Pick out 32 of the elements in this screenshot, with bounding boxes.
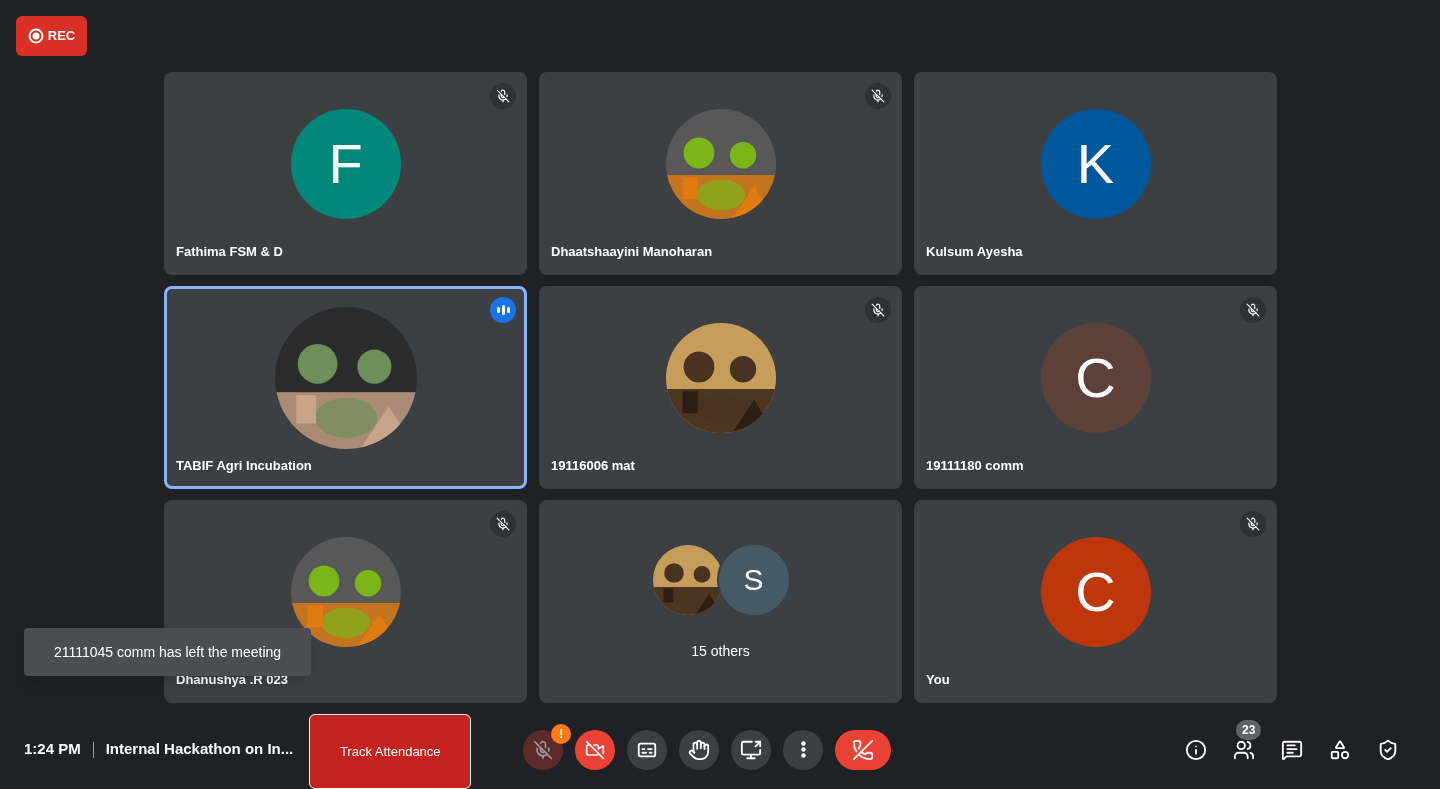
avatar: K [1040, 109, 1151, 220]
meeting-time: 1:24 PM [24, 739, 81, 760]
avatar: F [290, 109, 401, 220]
avatar: S [716, 542, 791, 617]
meeting-title: Internal Hackathon on In... [105, 739, 294, 760]
speaking-indicator-icon [490, 297, 516, 323]
notification-toast: 21111045 comm has left the meeting [24, 628, 311, 676]
participant-name: 19116006 mat [550, 456, 636, 475]
camera-button[interactable] [575, 729, 616, 770]
microphone-button[interactable] [523, 729, 564, 770]
mic-off-icon [533, 739, 554, 760]
participant-name: Fathima FSM & D [175, 242, 284, 261]
others-count: 15 others [691, 641, 750, 661]
end-call-button[interactable] [835, 729, 892, 770]
record-icon [27, 28, 44, 44]
participant-name: You [925, 670, 951, 689]
phone-off-icon [852, 738, 875, 761]
camera-off-icon [585, 739, 606, 760]
participant-name: Dhaatshaayini Manoharan [550, 242, 714, 261]
participant-count-badge: 23 [1236, 719, 1262, 740]
participant-name: 19111180 comm [925, 456, 1025, 475]
warning-badge: ! [551, 723, 572, 744]
participant-name: Kulsum Ayesha [925, 242, 1024, 261]
more-icon [800, 741, 806, 758]
recording-label: REC [47, 27, 76, 46]
screen-share-icon [740, 738, 763, 761]
avatar: C [1040, 537, 1151, 648]
participant-name: TABIF Agri Incubation [175, 456, 313, 475]
info-icon[interactable] [1184, 737, 1208, 762]
track-attendance-button[interactable]: Track Attendance [309, 714, 472, 789]
avatar: C [1040, 323, 1151, 434]
hand-icon [688, 738, 711, 761]
